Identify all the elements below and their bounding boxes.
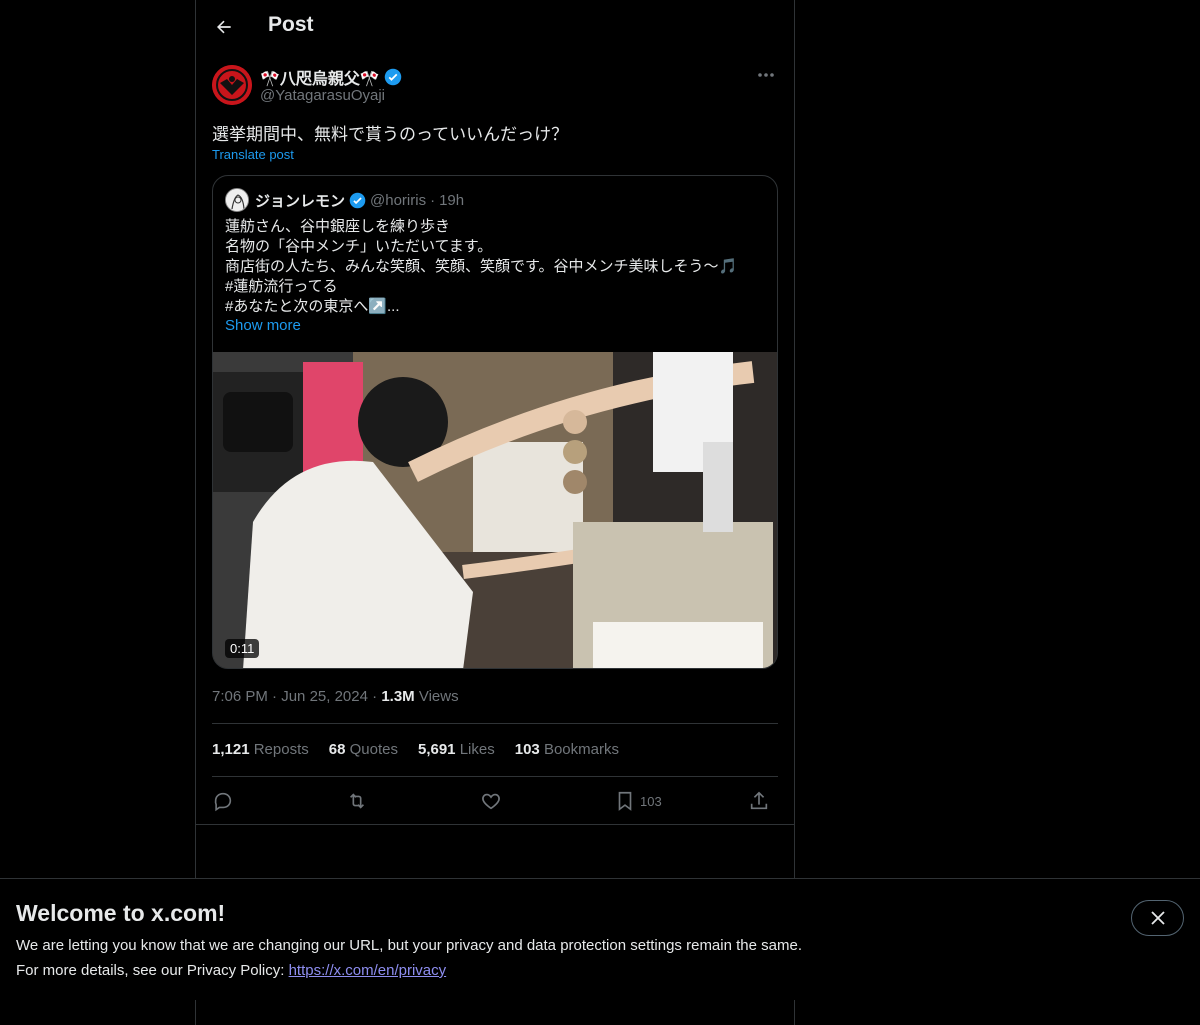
repost-icon [349,793,365,809]
close-icon [1150,911,1165,925]
share-icon [750,791,768,810]
divider [212,723,778,724]
more-dots-icon [758,73,774,77]
bookmark-icon [618,791,632,811]
views-count: 1.3M [381,688,415,705]
post-author: 🎌八咫烏親父🎌 @YatagarasuOyaji [212,64,778,108]
back-button[interactable] [208,11,240,43]
likes-stat[interactable]: 5,691 Likes [418,741,495,758]
quote-hashtag[interactable]: #蓮舫流行ってる [225,277,765,297]
post-meta: 7:06 PM · Jun 25, 2024 · 1.3M Views [212,688,459,705]
crow-logo-icon [212,65,252,105]
reposts-stat[interactable]: 1,121 Reposts [212,741,309,758]
verified-badge-icon [384,68,402,86]
bookmark-count: 103 [640,793,662,809]
quote-hashtag[interactable]: #あなたと次の東京へ↗️... [225,297,765,317]
quoted-post[interactable]: ジョンレモン @horiris · 19h 蓮舫さん、谷中銀座しを練り歩き 名物… [212,175,778,669]
sketch-avatar-icon [226,189,248,211]
author-name-row[interactable]: 🎌八咫烏親父🎌 [260,65,402,89]
bookmarks-count: 103 [514,741,540,758]
reposts-label: Reposts [253,741,309,758]
page-header: Post [196,0,794,54]
verified-badge-icon [349,192,366,208]
author-handle[interactable]: @YatagarasuOyaji [260,87,385,104]
separator-dot: · [372,688,378,705]
quote-text-line: 名物の「谷中メンチ」いただいてます。 [225,238,493,255]
views-label: Views [418,688,459,705]
arrow-left-icon [217,20,231,34]
banner-privacy-line: For more details, see our Privacy Policy… [16,962,446,979]
bookmarks-stat: 103 Bookmarks [515,741,619,758]
video-player[interactable]: 0:11 [213,352,777,668]
banner-title: Welcome to x.com! [16,900,226,926]
quotes-count: 68 [328,741,346,758]
separator-dot: · [430,191,436,209]
quote-text-line: 蓮舫さん、谷中銀座しを練り歩き [225,218,451,235]
quotes-label: Quotes [349,741,398,758]
banner-privacy-prefix: For more details, see our Privacy Policy… [16,962,289,979]
quote-author-handle: @horiris [370,191,427,209]
video-duration: 0:11 [225,639,260,658]
author-name[interactable]: 🎌八咫烏親父🎌 [260,65,380,89]
quote-author-name: ジョンレモン [255,192,346,210]
repost-button[interactable] [346,786,368,816]
quote-header: ジョンレモン @horiris · 19h [225,188,464,212]
main-column: Post 🎌八咫烏親父🎌 @YatagarasuOyaji 選挙期間中、無料で貰… [195,0,795,1025]
heart-icon [482,793,500,810]
like-button[interactable] [480,786,502,816]
avatar[interactable] [212,65,252,105]
page-title: Post [268,13,314,36]
welcome-banner: Welcome to x.com! We are letting you kno… [0,878,1200,1000]
share-button[interactable] [748,786,770,816]
reply-button[interactable] [212,786,234,816]
close-banner-button[interactable] [1131,900,1184,936]
divider [212,776,778,777]
post-time[interactable]: 7:06 PM [212,688,268,705]
show-more-link[interactable]: Show more [225,317,301,334]
bookmarks-label: Bookmarks [543,741,619,758]
quotes-stat[interactable]: 68 Quotes [329,741,398,758]
post-stats: 1,121 Reposts 68 Quotes 5,691 Likes 103 … [212,741,619,758]
bookmark-button[interactable]: 103 [614,786,662,816]
separator-dot: · [272,688,278,705]
banner-message: We are letting you know that we are chan… [16,937,802,954]
quote-timestamp: 19h [439,191,465,209]
post-actions: 103 [212,786,778,816]
divider [196,824,794,825]
translate-post-link[interactable]: Translate post [212,147,294,162]
post-date[interactable]: Jun 25, 2024 [281,688,368,705]
quote-text-line: 商店街の人たち、みんな笑顔、笑顔、笑顔です。谷中メンチ美味しそう〜🎵 [225,258,738,275]
likes-label: Likes [459,741,495,758]
likes-count: 5,691 [417,741,456,758]
more-options-button[interactable] [754,64,778,86]
reply-icon [214,792,232,812]
privacy-policy-link[interactable]: https://x.com/en/privacy [289,962,447,979]
video-thumbnail [213,352,777,668]
quote-text: 蓮舫さん、谷中銀座しを練り歩き 名物の「谷中メンチ」いただいてます。 商店街の人… [225,217,765,317]
reposts-count: 1,121 [212,741,250,758]
quote-avatar [225,188,249,212]
post-text: 選挙期間中、無料で貰うのっていいんだっけ？ [212,125,569,144]
